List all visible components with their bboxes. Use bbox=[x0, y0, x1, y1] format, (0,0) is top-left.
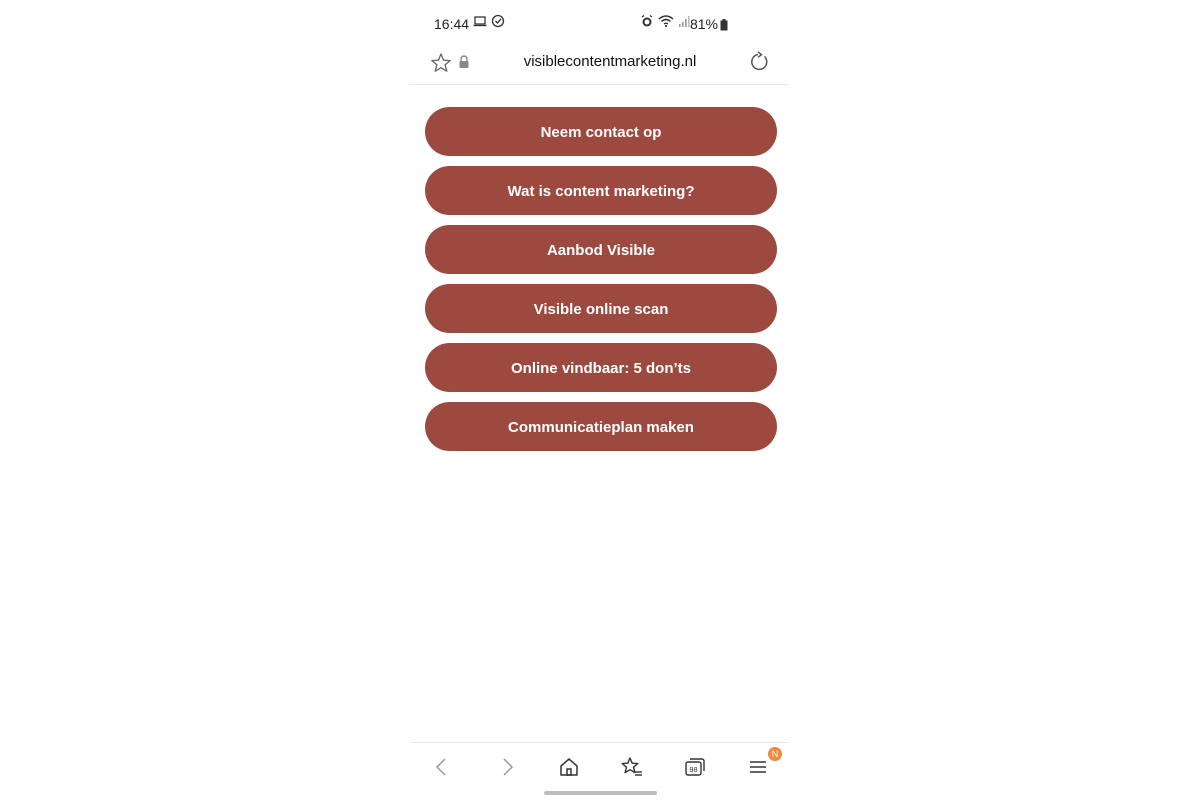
laptop-icon bbox=[473, 14, 487, 33]
url-field[interactable]: visiblecontentmarketing.nl bbox=[500, 53, 720, 70]
menu-button-aanbod[interactable]: Aanbod Visible bbox=[425, 225, 777, 274]
alarm-icon bbox=[640, 14, 654, 33]
menu-button-content-marketing[interactable]: Wat is content marketing? bbox=[425, 166, 777, 215]
menu-button-communicatieplan[interactable]: Communicatieplan maken bbox=[425, 402, 777, 451]
wifi-icon bbox=[658, 14, 674, 33]
check-circle-icon bbox=[491, 14, 505, 33]
menu-button-label: Visible online scan bbox=[533, 301, 669, 318]
address-bar: visiblecontentmarketing.nl bbox=[410, 46, 788, 85]
menu-button-online-vindbaar[interactable]: Online vindbaar: 5 don’ts bbox=[425, 343, 777, 392]
menu-icon[interactable]: N bbox=[746, 747, 782, 779]
menu-button-label: Aanbod Visible bbox=[546, 242, 656, 259]
signal-icon bbox=[678, 14, 690, 33]
status-bar: 16:44 81% bbox=[410, 0, 788, 46]
battery-icon bbox=[720, 18, 728, 36]
forward-icon[interactable] bbox=[495, 755, 519, 779]
bottom-nav: 98 N bbox=[410, 742, 788, 801]
menu-button-label: Communicatieplan maken bbox=[508, 419, 694, 436]
back-icon[interactable] bbox=[430, 755, 454, 779]
menu-button-label: Neem contact op bbox=[540, 124, 662, 141]
menu-badge: N bbox=[768, 747, 782, 761]
status-right-icons bbox=[640, 14, 690, 33]
star-icon[interactable] bbox=[430, 52, 452, 79]
battery-percent: 81% bbox=[689, 16, 718, 32]
menu-button-label: Online vindbaar: 5 don’ts bbox=[510, 360, 692, 377]
menu-button-label: Wat is content marketing? bbox=[507, 183, 695, 200]
phone-screen: 16:44 81% visiblecontentmarketing.nl Nee… bbox=[410, 0, 788, 800]
tabs-icon[interactable]: 98 bbox=[683, 755, 707, 779]
tabs-count: 98 bbox=[689, 765, 697, 774]
bookmarks-icon[interactable] bbox=[620, 755, 644, 779]
menu-button-contact[interactable]: Neem contact op bbox=[425, 107, 777, 156]
lock-icon bbox=[458, 55, 470, 74]
home-icon[interactable] bbox=[557, 755, 581, 779]
gesture-bar[interactable] bbox=[544, 791, 657, 795]
menu-button-list: Neem contact op Wat is content marketing… bbox=[425, 107, 777, 461]
reload-icon[interactable] bbox=[748, 51, 770, 78]
status-time: 16:44 bbox=[434, 16, 470, 32]
status-left-icons bbox=[473, 14, 505, 33]
menu-button-online-scan[interactable]: Visible online scan bbox=[425, 284, 777, 333]
